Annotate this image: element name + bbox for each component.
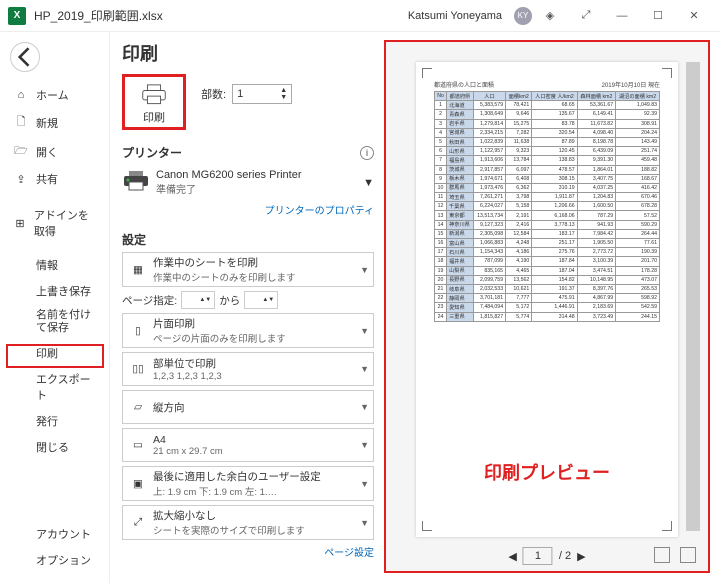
copies-field: 部数: 1▲▼ — [201, 84, 292, 104]
printer-status: 準備完了 — [156, 181, 363, 196]
sidebar-export[interactable]: エクスポート — [0, 366, 109, 408]
collate-icon: ▯▯ — [127, 363, 149, 375]
minimize-button[interactable]: — — [604, 2, 640, 30]
page-title: 印刷 — [122, 40, 374, 66]
ribbon-options-icon[interactable]: ⤢ — [568, 2, 604, 30]
spinner-icon[interactable]: ▲▼ — [280, 87, 287, 101]
printer-properties-link[interactable]: プリンターのプロパティ — [122, 202, 374, 217]
maximize-button[interactable]: ☐ — [640, 2, 676, 30]
user-avatar[interactable]: KY — [514, 7, 532, 25]
chevron-down-icon: ▼ — [360, 265, 369, 275]
settings-section-heading: 設定 — [122, 231, 374, 248]
setting-margins[interactable]: ▣ 最後に適用した余白のユーザー設定上: 1.9 cm 下: 1.9 cm 左:… — [122, 466, 374, 501]
copies-input[interactable]: 1▲▼ — [232, 84, 292, 104]
sheet-icon: ▦ — [127, 264, 149, 276]
sidebar-open[interactable]: 🗁開く — [0, 137, 109, 166]
chevron-down-icon: ▼ — [363, 177, 374, 189]
prev-page-button[interactable]: ◀ — [508, 550, 516, 563]
sidebar-options[interactable]: オプション — [0, 547, 109, 573]
page-range-row: ページ指定: ▲▼ から ▲▼ — [122, 291, 374, 309]
addins-icon: ⊞ — [14, 217, 26, 230]
page-from-input[interactable]: ▲▼ — [181, 291, 215, 309]
preview-scrollbar[interactable] — [686, 62, 700, 531]
sidebar-info[interactable]: 情報 — [0, 252, 109, 278]
excel-app-icon: X — [8, 7, 26, 25]
printer-section-heading: プリンターi — [122, 144, 374, 161]
open-icon: 🗁 — [14, 142, 28, 161]
sidebar-share[interactable]: ⇪共有 — [0, 166, 109, 192]
username[interactable]: Katsumi Yoneyama — [408, 10, 502, 22]
printer-device-icon — [122, 170, 150, 195]
close-window-button[interactable]: ✕ — [676, 2, 712, 30]
crop-mark — [422, 521, 432, 531]
page-setup-link[interactable]: ページ設定 — [122, 544, 374, 559]
preview-overlay-label: 印刷プレビュー — [484, 459, 610, 485]
page-number-input[interactable]: 1 — [523, 547, 553, 565]
filename: HP_2019_印刷範囲.xlsx — [34, 7, 163, 24]
home-icon: ⌂ — [14, 89, 28, 101]
sidebar-new[interactable]: 🗋新規 — [0, 108, 109, 137]
printer-selector[interactable]: Canon MG6200 series Printer 準備完了 ▼ — [122, 165, 374, 200]
sidebar-addins[interactable]: ⊞アドインを取得 — [0, 202, 109, 244]
setting-scaling[interactable]: ⤢ 拡大縮小なしシートを実際のサイズで印刷します ▼ — [122, 505, 374, 540]
sidebar-account[interactable]: アカウント — [0, 521, 109, 547]
backstage-sidebar: ⌂ホーム 🗋新規 🗁開く ⇪共有 ⊞アドインを取得 情報 上書き保存 名前を付け… — [0, 32, 110, 583]
new-icon: 🗋 — [14, 113, 28, 132]
preview-pager: ◀ 1 / 2 ▶ — [508, 547, 585, 565]
next-page-button[interactable]: ▶ — [577, 550, 585, 563]
sidebar-close[interactable]: 閉じる — [0, 434, 109, 460]
portrait-icon: ▱ — [127, 401, 149, 413]
print-highlight-frame — [6, 344, 104, 368]
scale-icon: ⤢ — [127, 516, 149, 529]
back-button[interactable] — [10, 42, 40, 72]
page-total: / 2 — [559, 550, 571, 562]
printer-name: Canon MG6200 series Printer — [156, 169, 363, 181]
print-preview-area: 都道府県の人口と面積 2019年10月10日 現在 No都道府県人口面積km2人… — [384, 40, 710, 573]
sidebar-home[interactable]: ⌂ホーム — [0, 82, 109, 108]
share-icon: ⇪ — [14, 173, 28, 186]
setting-sides[interactable]: ▯ 片面印刷ページの片面のみを印刷します ▼ — [122, 313, 374, 348]
setting-collate[interactable]: ▯▯ 部単位で印刷1,2,3 1,2,3 1,2,3 ▼ — [122, 352, 374, 386]
premium-icon[interactable]: ◈ — [532, 2, 568, 30]
paper-icon: ▭ — [127, 439, 149, 451]
show-margins-button[interactable] — [654, 547, 670, 563]
margins-icon: ▣ — [127, 478, 149, 490]
sidebar-publish[interactable]: 発行 — [0, 408, 109, 434]
sidebar-save-as[interactable]: 名前を付けて保存 — [0, 304, 109, 340]
zoom-to-page-button[interactable] — [680, 547, 696, 563]
crop-mark — [662, 521, 672, 531]
crop-mark — [422, 68, 432, 78]
page-to-input[interactable]: ▲▼ — [244, 291, 278, 309]
setting-orientation[interactable]: ▱ 縦方向 ▼ — [122, 390, 374, 424]
setting-paper-size[interactable]: ▭ A421 cm x 29.7 cm ▼ — [122, 428, 374, 462]
print-button[interactable]: 印刷 — [122, 74, 186, 130]
printer-icon — [139, 83, 169, 107]
print-settings-panel: 印刷 印刷 部数: 1▲▼ プリンターi Canon MG6200 series… — [110, 32, 380, 583]
title-bar: X HP_2019_印刷範囲.xlsx Katsumi Yoneyama KY … — [0, 0, 720, 32]
crop-mark — [662, 68, 672, 78]
info-icon[interactable]: i — [360, 146, 374, 160]
setting-print-scope[interactable]: ▦ 作業中のシートを印刷作業中のシートのみを印刷します ▼ — [122, 252, 374, 287]
copies-label: 部数: — [201, 86, 226, 102]
sidebar-save[interactable]: 上書き保存 — [0, 278, 109, 304]
page-range-label: ページ指定: — [122, 293, 177, 308]
one-side-icon: ▯ — [127, 325, 149, 337]
